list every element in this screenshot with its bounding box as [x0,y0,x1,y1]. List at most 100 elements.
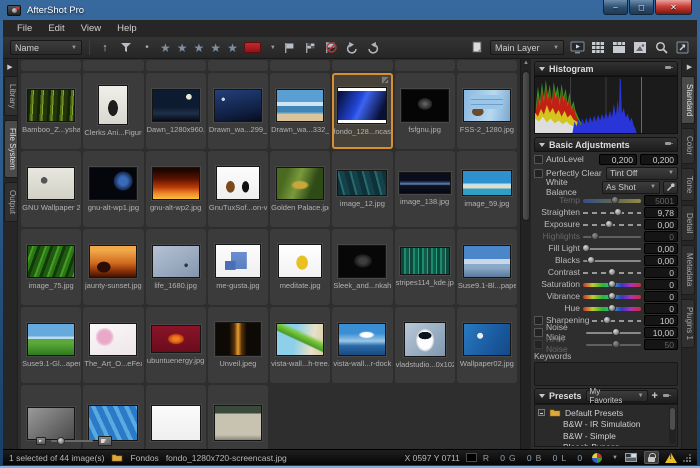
color-label-swatch[interactable] [244,42,261,53]
thumbnail-cell-dawn-1280x960-jpg[interactable]: Dawn_1280x960.jpg [146,73,206,149]
thumbnail-cell[interactable] [270,60,330,71]
filter-icon[interactable] [118,40,134,56]
star-5-icon[interactable] [227,42,239,54]
thumbnail-cell-wallpaper02-jpg[interactable]: Wallpaper02.jpg [457,307,517,383]
sort-direction-icon[interactable]: ↑ [97,40,113,56]
layers-icon[interactable] [469,40,485,56]
menu-view[interactable]: View [73,22,109,35]
lock-button[interactable] [644,451,659,464]
maximize-button[interactable]: ◻ [629,0,654,15]
straighten-value[interactable]: 9,78 [644,207,678,218]
menu-edit[interactable]: Edit [40,22,72,35]
presets-favorites-select[interactable]: My Favorites ▼ [586,390,648,402]
exposure-value[interactable]: 0,00 [644,219,678,230]
slider-handle[interactable] [582,244,590,252]
thumbnail-cell[interactable] [457,60,517,71]
slider-handle[interactable] [605,220,613,228]
collapse-left-panel-icon[interactable]: ▶ [7,63,12,71]
saturation-slider[interactable] [583,280,641,289]
star-3-icon[interactable] [194,42,206,54]
preset-bleach-bypass[interactable]: Bleach Bypass [538,442,677,448]
raw-noise-checkbox[interactable] [534,340,543,349]
proof-icon[interactable] [624,452,638,463]
scrollbar-thumb[interactable] [522,71,530,221]
keywords-input[interactable] [534,362,678,386]
thumbnail-cell-ubuntuenergy-jpg[interactable]: ubuntuenergy.jpg [146,307,206,383]
exposure-slider[interactable] [583,220,641,229]
slider-handle[interactable] [612,328,620,336]
preset-b-w-ir-simulation[interactable]: B&W - IR Simulation [538,419,677,431]
slider-handle[interactable] [603,316,611,324]
blacks-value[interactable]: 0,00 [644,255,678,266]
warning-icon[interactable] [665,453,677,463]
autolevel-checkbox[interactable] [534,155,543,164]
menu-help[interactable]: Help [109,22,145,35]
presets-root-row[interactable]: Default Presets [538,407,677,419]
raw-noise-slider[interactable] [586,340,641,349]
presets-scrollbar[interactable] [669,407,676,444]
color-label-dropdown-icon[interactable]: ▼ [270,45,276,51]
thumbnail-cell-unveil-jpeg[interactable]: Unveil.jpeg [208,307,268,383]
star-4-icon[interactable] [210,42,222,54]
slider-handle[interactable] [587,256,595,264]
current-folder[interactable]: Fondos [130,453,158,463]
tab-plugins-1[interactable]: Plugins 1 [682,299,695,348]
white-balance-dropper-button[interactable] [663,181,678,194]
noise-ninja-value[interactable]: 10,00 [644,327,678,338]
basic-adjustments-header[interactable]: Basic Adjustments [534,137,678,152]
resize-grip[interactable] [683,454,691,462]
zoom-tool-icon[interactable] [653,40,669,56]
tab-tone[interactable]: Tone [682,168,695,201]
straighten-slider[interactable] [583,208,641,217]
tab-standard[interactable]: Standard [682,76,695,124]
collapse-right-panel-icon[interactable]: ▶ [687,63,692,71]
add-preset-button[interactable]: + [652,391,658,402]
thumbnail-cell-suse9-1-bl-papers-jpg[interactable]: Suse9.1-Bl...papers.jpg [457,229,517,305]
thumbnail-cell-me-gusta-jpg[interactable]: me-gusta.jpg [208,229,268,305]
thumbnail-cell[interactable] [332,60,392,71]
tab-file-system[interactable]: File System [4,120,17,178]
thumbnail-cell-jaunty-sunset-jpg[interactable]: jaunty-sunset.jpg [83,229,143,305]
flag-reject-icon[interactable] [323,40,339,56]
slideshow-icon[interactable] [569,40,585,56]
grid-scrollbar[interactable]: ▲ [520,59,531,449]
close-button[interactable]: ✕ [655,0,692,15]
saturation-value[interactable]: 0 [644,279,678,290]
perfectly-clear-checkbox[interactable] [534,169,543,178]
thumbnail-view-icon[interactable] [590,40,606,56]
contrast-value[interactable]: 0 [644,267,678,278]
thumbnail-size-slider[interactable] [51,440,93,442]
thumbnail-cell-sleek-and-nkahn-jpg[interactable]: Sleek_and...nkahn.jpg [332,229,392,305]
thumbnail-cell-clerks-ani-figure-jpg[interactable]: Clerks Ani...Figure.jpg [83,73,143,149]
thumbnail-size-handle[interactable] [57,437,65,445]
thumbnail-cell-fsfgnu-jpg[interactable]: fsfgnu.jpg [395,73,455,149]
minimize-button[interactable]: – [603,0,628,15]
thumbnail-cell[interactable] [83,60,143,71]
contrast-slider[interactable] [583,268,641,277]
color-management-icon[interactable] [592,453,602,463]
chevron-down-icon[interactable]: ▼ [612,455,618,461]
raw-noise-value[interactable]: 50 [644,339,678,350]
collapse-triangle-icon[interactable] [539,67,545,71]
slider-handle[interactable] [612,340,620,348]
highlights-value[interactable]: 0 [644,231,678,242]
thumbnail-cell-drawn-wa-299-jpg[interactable]: Drawn_wa...299_.jpg [208,73,268,149]
thumbnail-cell-image-75-jpg[interactable]: image_75.jpg [21,229,81,305]
white-balance-select[interactable]: As Shot ▼ [602,181,660,194]
thumbnail-cell-stripes114-kde-jpg[interactable]: stripes114_kde.jpg [395,229,455,305]
thumbnail-cell-image-138-jpg[interactable]: image_138.jpg [395,151,455,227]
slider-handle[interactable] [608,304,616,312]
thumbnail-cell-gnu-alt-wp1-jpg[interactable]: gnu-alt-wp1.jpg [83,151,143,227]
tab-color[interactable]: Color [682,128,695,163]
slider-handle[interactable] [608,268,616,276]
tab-library[interactable]: Library [4,76,17,116]
histogram-header[interactable]: Histogram [534,61,678,76]
fill-light-value[interactable]: 0,00 [644,243,678,254]
tab-metadata[interactable]: Metadata [682,245,695,294]
slider-handle[interactable] [591,232,599,240]
sort-select[interactable]: Name ▼ [10,40,82,55]
preset-b-w-simple[interactable]: B&W - Simple [538,430,677,442]
thumbnail-cell-gnu-wallpaper-2-jpg[interactable]: GNU Wallpaper 2.jpg [21,151,81,227]
thumbnail-cell[interactable] [208,60,268,71]
noise-ninja-checkbox[interactable] [534,328,543,337]
